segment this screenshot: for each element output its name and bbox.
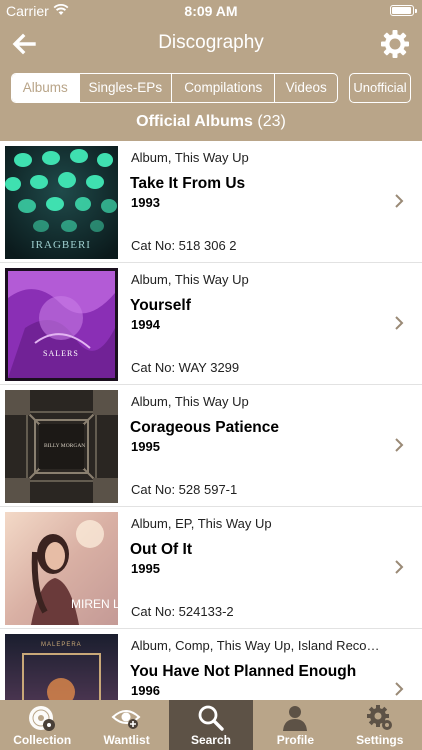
album-meta: Album, Comp, This Way Up, Island Recor…	[131, 638, 381, 653]
album-cover-label: IRAGBERI	[31, 239, 91, 251]
album-title: You Have Not Planned Enough	[130, 663, 357, 680]
album-title: Out Of It	[130, 541, 192, 558]
section-header: Official Albums (23)	[0, 113, 422, 131]
tab-profile[interactable]: Profile	[253, 700, 337, 750]
top-bar: Carrier 8:09 AM Discography Albums Singl…	[0, 0, 422, 141]
album-row[interactable]: SALERS Album, This Way Up Yourself 1994 …	[0, 263, 422, 385]
album-year: 1996	[131, 683, 160, 698]
album-title: Yourself	[130, 297, 191, 314]
album-year: 1995	[131, 561, 160, 576]
tab-label: Wantlist	[103, 733, 150, 747]
album-cover: BILLY MORGAN	[5, 390, 118, 503]
chevron-right-icon	[395, 682, 404, 696]
gear-icon[interactable]	[378, 27, 412, 61]
album-meta: Album, This Way Up	[131, 394, 249, 409]
album-meta: Album, This Way Up	[131, 272, 249, 287]
album-meta: Album, EP, This Way Up	[131, 516, 272, 531]
album-year: 1993	[131, 195, 160, 210]
album-row[interactable]: IRAGBERI Album, This Way Up Take It From…	[0, 141, 422, 263]
album-catalog-number: Cat No: 518 306 2	[131, 238, 237, 253]
gear-settings-icon	[366, 705, 392, 730]
search-icon	[198, 705, 224, 731]
arrow-left-icon[interactable]	[8, 28, 40, 60]
tab-label: Profile	[276, 733, 315, 747]
album-meta: Album, This Way Up	[131, 150, 249, 165]
tab-wantlist[interactable]: Wantlist	[84, 700, 168, 750]
segment-albums[interactable]: Albums	[12, 74, 80, 102]
album-cover-label: BILLY MORGAN	[44, 443, 85, 449]
section-title: Official Albums	[136, 113, 253, 130]
chevron-right-icon	[395, 316, 404, 330]
album-title: Corageous Patience	[130, 419, 280, 436]
album-list: IRAGBERI Album, This Way Up Take It From…	[0, 141, 422, 700]
tab-collection[interactable]: Collection	[0, 700, 84, 750]
album-cover: MALEPERA	[5, 634, 118, 700]
segment-compilations[interactable]: Compilations	[172, 74, 276, 102]
chevron-right-icon	[395, 438, 404, 452]
tab-label: Collection	[13, 733, 72, 747]
album-cover: IRAGBERI	[5, 146, 118, 259]
album-catalog-number: Cat No: 524133-2	[131, 604, 234, 619]
album-catalog-number: Cat No: WAY 3299	[131, 360, 240, 375]
user-profile-icon	[283, 706, 308, 731]
vinyl-record-icon	[29, 706, 55, 731]
segment-singles-eps[interactable]: Singles-EPs	[80, 74, 173, 102]
status-bar: Carrier 8:09 AM	[0, 0, 422, 22]
navigation-bar: Discography	[0, 22, 422, 66]
album-cover-label: MALEPERA	[41, 642, 82, 648]
album-catalog-number: Cat No: 528 597-1	[131, 482, 238, 497]
album-year: 1994	[131, 317, 160, 332]
album-cover: MIREN LEON	[5, 512, 118, 625]
album-title: Take It From Us	[130, 175, 246, 192]
album-cover: SALERS	[5, 268, 118, 381]
album-cover-label: MIREN LEON	[71, 597, 118, 611]
battery-icon	[390, 5, 417, 16]
chevron-right-icon	[395, 560, 404, 574]
tab-bar: Collection Wantlist Search Profile Setti…	[0, 700, 422, 750]
category-segmented-control: Albums Singles-EPs Compilations Videos	[11, 73, 338, 103]
tab-settings[interactable]: Settings	[338, 700, 422, 750]
segment-videos[interactable]: Videos	[275, 74, 337, 102]
album-row[interactable]: BILLY MORGAN Album, This Way Up Corageou…	[0, 385, 422, 507]
album-row[interactable]: MALEPERA Album, Comp, This Way Up, Islan…	[0, 629, 422, 700]
album-row[interactable]: MIREN LEON Album, EP, This Way Up Out Of…	[0, 507, 422, 629]
unofficial-button[interactable]: Unofficial	[349, 73, 411, 103]
section-count: (23)	[257, 113, 286, 130]
chevron-right-icon	[395, 194, 404, 208]
tab-label: Settings	[356, 733, 404, 747]
tab-label: Search	[190, 733, 231, 747]
page-title: Discography	[158, 32, 264, 53]
eye-add-icon	[111, 710, 141, 729]
tab-search[interactable]: Search	[168, 700, 254, 750]
album-year: 1995	[131, 439, 160, 454]
status-time: 8:09 AM	[184, 3, 238, 19]
album-cover-label: SALERS	[43, 349, 79, 358]
